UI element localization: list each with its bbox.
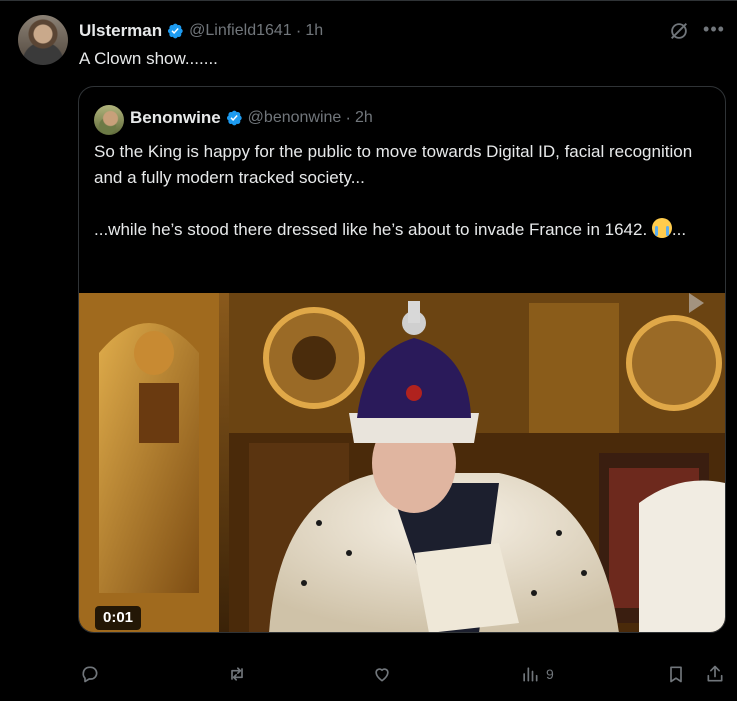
post-header: Ulsterman @Linfield1641 · 1h [79, 20, 323, 42]
author-avatar[interactable] [18, 15, 68, 65]
video-player[interactable]: 0:01 [79, 293, 725, 632]
reply-icon [82, 666, 98, 683]
separator-dot: · [295, 21, 302, 40]
quoted-post-time[interactable]: 2h [355, 109, 373, 127]
repost-icon [231, 667, 243, 681]
like-icon [375, 668, 389, 682]
crying-face-icon [651, 218, 672, 238]
quoted-text-line2-body: ...while he’s stood there dressed like h… [94, 220, 648, 239]
share-icon [707, 665, 723, 682]
grok-icon[interactable] [668, 20, 690, 42]
quoted-text-line2: ...while he’s stood there dressed like h… [94, 217, 704, 243]
views-button[interactable]: 9 [520, 660, 554, 688]
share-button[interactable] [705, 660, 725, 688]
post-time[interactable]: 1h [305, 22, 323, 40]
bookmark-button[interactable] [666, 660, 686, 688]
views-icon [523, 667, 538, 682]
more-icon[interactable]: ••• [703, 20, 725, 41]
divider [0, 0, 737, 1]
quoted-text: So the King is happy for the public to m… [94, 139, 704, 243]
repost-button[interactable] [227, 660, 253, 688]
author-name[interactable]: Ulsterman [79, 21, 162, 41]
author-handle[interactable]: @Linfield1641 [189, 22, 292, 40]
action-bar: 9 [0, 660, 737, 688]
quoted-text-line2-tail: ... [671, 220, 687, 239]
verified-badge-icon [168, 23, 183, 39]
quoted-header: Benonwine @benonwine · 2h [130, 107, 373, 129]
like-button[interactable] [372, 660, 398, 688]
separator-dot: · [345, 108, 351, 127]
quoted-author-name[interactable]: Benonwine [130, 108, 221, 128]
bookmark-icon [670, 666, 682, 683]
post-text: A Clown show....... [79, 49, 218, 68]
views-count: 9 [546, 666, 554, 682]
quoted-author-handle[interactable]: @benonwine [248, 109, 342, 127]
verified-badge-icon [226, 110, 242, 126]
quoted-author-avatar[interactable] [94, 105, 124, 135]
video-frame [79, 293, 725, 632]
reply-button[interactable] [80, 660, 106, 688]
video-timecode: 0:01 [95, 606, 142, 630]
quoted-text-line1: So the King is happy for the public to m… [94, 142, 693, 187]
quoted-post[interactable]: Benonwine @benonwine · 2h So the King is… [78, 86, 726, 633]
